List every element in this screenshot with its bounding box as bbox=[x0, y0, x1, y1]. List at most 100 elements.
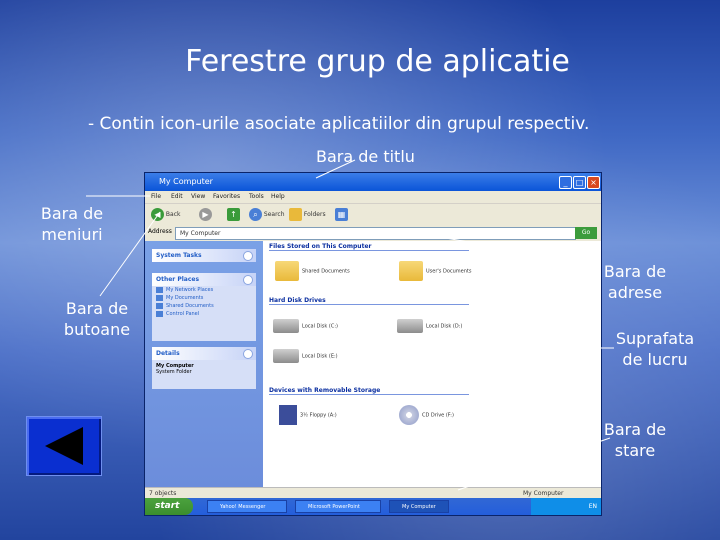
label-address: Bara de adrese bbox=[600, 261, 670, 303]
collapse-icon[interactable] bbox=[243, 275, 253, 285]
link-control-panel[interactable]: Control Panel bbox=[152, 310, 256, 318]
label-workspace-line2: de lucru bbox=[622, 350, 688, 369]
floppy-icon bbox=[279, 405, 297, 425]
hard-drive-icon bbox=[397, 319, 423, 333]
status-left: 7 objects bbox=[149, 490, 177, 497]
cd-icon bbox=[399, 405, 419, 425]
back-label: Back bbox=[165, 211, 181, 218]
back-triangle-icon bbox=[45, 427, 83, 465]
folder-up-icon: ↑ bbox=[227, 208, 240, 221]
link-my-documents[interactable]: My Documents bbox=[152, 294, 256, 302]
search-icon: ⌕ bbox=[249, 208, 262, 221]
menu-tools[interactable]: Tools bbox=[249, 193, 264, 200]
floppy-label: 3½ Floppy (A:) bbox=[300, 412, 337, 419]
forward-arrow-icon: ▶ bbox=[199, 208, 212, 221]
my-computer-window: My Computer _ □ × File Edit View Favorit… bbox=[144, 172, 602, 516]
slide-title: Ferestre grup de aplicatie bbox=[185, 44, 570, 79]
back-button[interactable]: ◀ Back bbox=[151, 207, 181, 223]
label-menubar-line1: Bara de bbox=[40, 204, 104, 223]
drive-d-label: Local Disk (D:) bbox=[426, 323, 463, 330]
system-tasks-title: System Tasks bbox=[156, 252, 202, 259]
other-places-panel: Other Places My Network Places My Docume… bbox=[152, 273, 256, 341]
maximize-button[interactable]: □ bbox=[573, 176, 586, 189]
link-shared-documents[interactable]: Shared Documents bbox=[152, 302, 256, 310]
label-status-line1: Bara de bbox=[603, 420, 667, 439]
toolbar: ◀ Back ▶ ↑ ⌕ Search Folders ▦ bbox=[145, 203, 601, 226]
drive-e-item[interactable]: Local Disk (E:) bbox=[273, 349, 338, 363]
taskbar-item-powerpoint[interactable]: Microsoft PowerPoint bbox=[295, 500, 381, 513]
shared-documents-label: Shared Documents bbox=[302, 268, 350, 275]
floppy-item[interactable]: 3½ Floppy (A:) bbox=[279, 405, 337, 425]
taskbar: start Yahoo! Messenger Microsoft PowerPo… bbox=[145, 498, 601, 515]
folders-label: Folders bbox=[303, 211, 326, 218]
group-hard-disk-drives: Hard Disk Drives bbox=[269, 297, 469, 305]
minimize-button[interactable]: _ bbox=[559, 176, 572, 189]
other-places-title: Other Places bbox=[156, 276, 200, 283]
folders-button[interactable]: Folders bbox=[289, 207, 326, 223]
menu-favorites[interactable]: Favorites bbox=[213, 193, 240, 200]
search-button[interactable]: ⌕ Search bbox=[249, 207, 285, 223]
window-title: My Computer bbox=[159, 177, 213, 186]
folders-icon bbox=[289, 208, 302, 221]
slide-subtitle: - Contin icon-urile asociate aplicatiilo… bbox=[88, 114, 590, 134]
label-address-line2: adrese bbox=[607, 283, 663, 302]
address-bar: Address My Computer Go bbox=[145, 225, 601, 241]
details-desc: System Folder bbox=[156, 369, 192, 375]
label-status-line2: stare bbox=[614, 441, 656, 460]
drive-d-item[interactable]: Local Disk (D:) bbox=[397, 319, 462, 333]
menu-edit[interactable]: Edit bbox=[171, 193, 183, 200]
system-tray: EN bbox=[531, 498, 601, 515]
shared-documents-item[interactable]: Shared Documents bbox=[275, 261, 350, 281]
menu-view[interactable]: View bbox=[191, 193, 205, 200]
drive-e-label: Local Disk (E:) bbox=[302, 353, 338, 360]
details-title: Details bbox=[156, 350, 180, 357]
menu-help[interactable]: Help bbox=[271, 193, 285, 200]
label-buttons: Bara de butoane bbox=[60, 298, 134, 340]
user-documents-item[interactable]: User's Documents bbox=[399, 261, 471, 281]
label-address-line1: Bara de bbox=[603, 262, 667, 281]
address-label: Address bbox=[148, 228, 172, 235]
menu-bar: File Edit View Favorites Tools Help bbox=[145, 191, 601, 203]
hard-drive-icon bbox=[273, 349, 299, 363]
details-name: My Computer bbox=[156, 363, 194, 369]
address-input[interactable]: My Computer bbox=[175, 227, 576, 240]
start-button[interactable]: start bbox=[145, 498, 193, 515]
system-tasks-header[interactable]: System Tasks bbox=[152, 249, 256, 262]
task-pane: System Tasks Other Places My Network Pla… bbox=[145, 241, 263, 487]
cd-drive-item[interactable]: CD Drive (F:) bbox=[399, 405, 454, 425]
label-workspace-line1: Suprafata bbox=[615, 329, 695, 348]
taskbar-item-my-computer[interactable]: My Computer bbox=[389, 500, 449, 513]
back-arrow-icon: ◀ bbox=[151, 208, 164, 221]
label-status: Bara de stare bbox=[600, 419, 670, 461]
system-tasks-panel: System Tasks bbox=[152, 249, 256, 262]
drive-c-label: Local Disk (C:) bbox=[302, 323, 338, 330]
go-button[interactable]: Go bbox=[575, 227, 597, 239]
views-icon: ▦ bbox=[335, 208, 348, 221]
group-files-stored: Files Stored on This Computer bbox=[269, 243, 469, 251]
back-nav-button[interactable] bbox=[26, 416, 102, 476]
details-panel: Details My Computer System Folder bbox=[152, 347, 256, 389]
taskbar-item-messenger[interactable]: Yahoo! Messenger bbox=[207, 500, 287, 513]
collapse-icon[interactable] bbox=[243, 349, 253, 359]
menu-file[interactable]: File bbox=[151, 193, 161, 200]
views-button[interactable]: ▦ bbox=[335, 207, 348, 223]
other-places-header[interactable]: Other Places bbox=[152, 273, 256, 286]
drive-c-item[interactable]: Local Disk (C:) bbox=[273, 319, 338, 333]
label-titlebar: Bara de titlu bbox=[316, 147, 415, 166]
label-menubar-line2: meniuri bbox=[41, 225, 103, 244]
close-button[interactable]: × bbox=[587, 176, 600, 189]
search-label: Search bbox=[263, 211, 285, 218]
link-my-network-places[interactable]: My Network Places bbox=[152, 286, 256, 294]
hard-drive-icon bbox=[273, 319, 299, 333]
folder-icon bbox=[399, 261, 423, 281]
forward-button[interactable]: ▶ bbox=[199, 207, 212, 223]
up-button[interactable]: ↑ bbox=[227, 207, 240, 223]
group-removable-storage: Devices with Removable Storage bbox=[269, 387, 469, 395]
workspace: Files Stored on This Computer Shared Doc… bbox=[265, 241, 601, 487]
details-header[interactable]: Details bbox=[152, 347, 256, 360]
user-documents-label: User's Documents bbox=[426, 268, 472, 275]
collapse-icon[interactable] bbox=[243, 251, 253, 261]
window-titlebar[interactable]: My Computer _ □ × bbox=[145, 173, 601, 191]
label-menubar: Bara de meniuri bbox=[38, 203, 106, 245]
label-workspace: Suprafata de lucru bbox=[614, 328, 696, 370]
